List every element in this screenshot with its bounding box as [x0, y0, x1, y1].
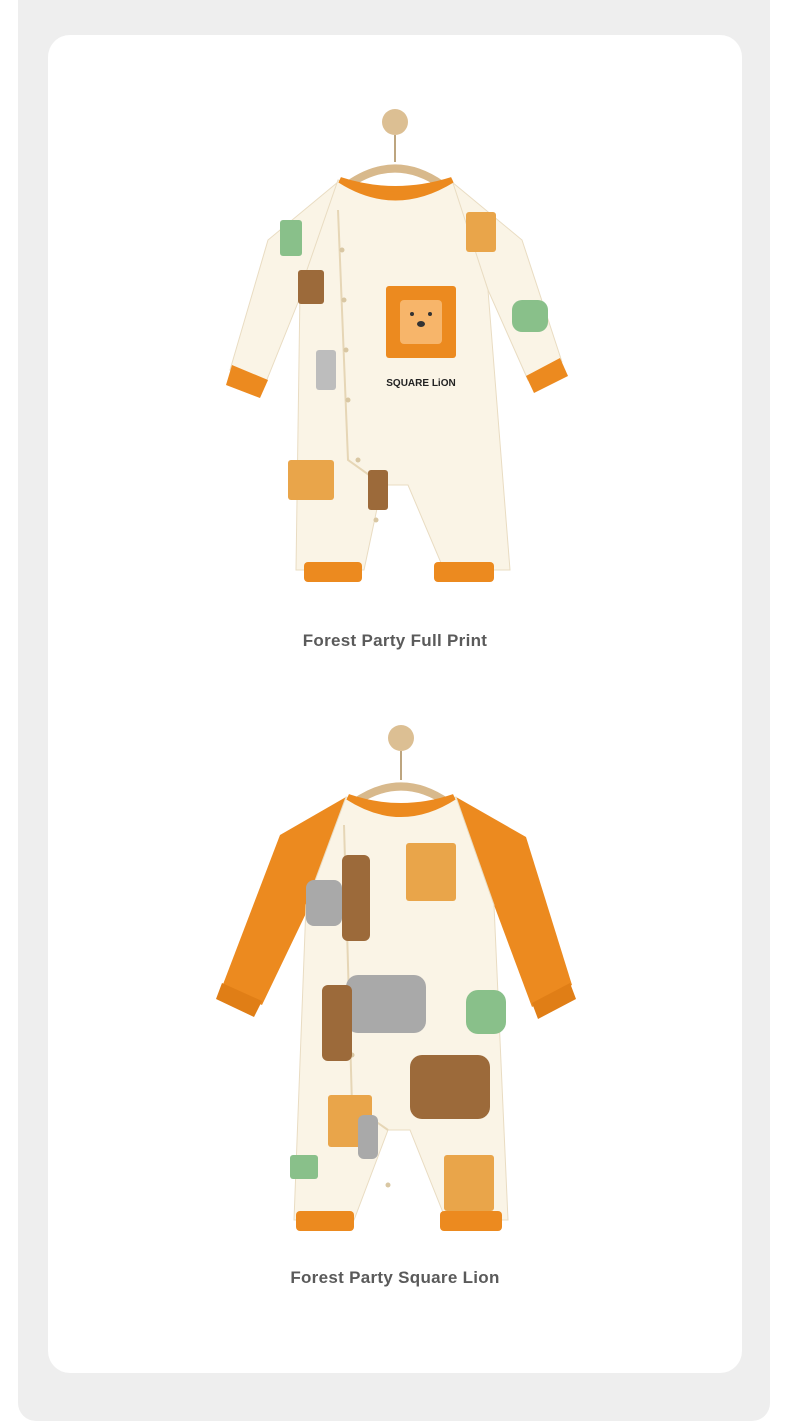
romper-square-lion-icon	[216, 725, 576, 1231]
hanger-peg-icon	[388, 725, 414, 751]
chest-print-text: SQUARE LiON	[386, 378, 455, 389]
product-item-square-lion[interactable]: Forest Party Square Lion	[48, 715, 742, 1300]
romper-full-print-icon: SQUARE LiON	[226, 109, 568, 582]
product-item-full-print[interactable]: SQUARE LiON Forest Party Full Print	[48, 100, 742, 660]
hanger-peg-icon	[382, 109, 408, 135]
product-caption: Forest Party Square Lion	[290, 1268, 500, 1287]
product-caption: Forest Party Full Print	[302, 631, 488, 650]
hanger-icon	[344, 164, 446, 189]
